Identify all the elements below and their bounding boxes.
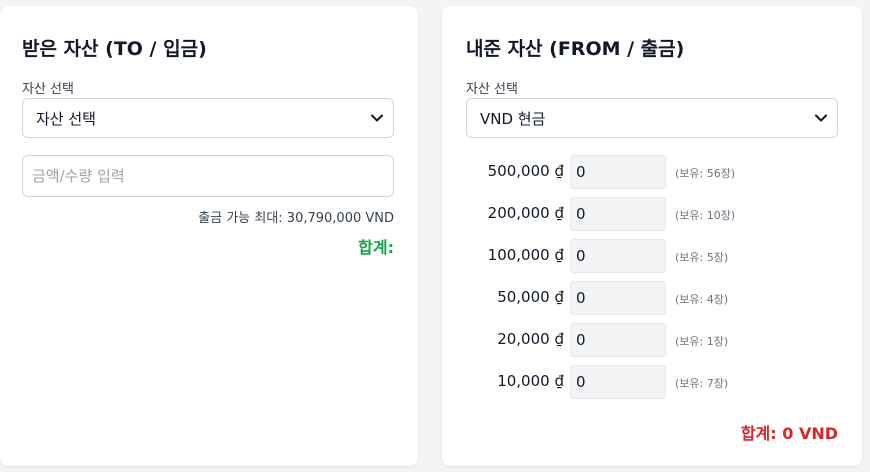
to-total-label: 합계: — [358, 238, 394, 257]
from-panel: 내준 자산 (FROM / 출금) 자산 선택 VND 현금 500,000 ₫… — [442, 6, 862, 466]
max-withdraw-note: 출금 가능 최대: 30,790,000 VND — [198, 211, 394, 226]
denomination-count-input[interactable] — [570, 365, 666, 399]
denomination-row: 100,000 ₫ (보유: 5장) — [442, 239, 862, 273]
denomination-row: 10,000 ₫ (보유: 7장) — [442, 365, 862, 399]
denomination-label: 500,000 ₫ — [487, 162, 564, 180]
from-total-label: 합계: 0 VND — [740, 424, 838, 443]
denomination-label: 10,000 ₫ — [497, 372, 564, 390]
denomination-holding: (보유: 7장) — [675, 377, 729, 390]
denomination-count-input[interactable] — [570, 155, 666, 189]
denomination-row: 20,000 ₫ (보유: 1장) — [442, 323, 862, 357]
denomination-row: 200,000 ₫ (보유: 10장) — [442, 197, 862, 231]
from-asset-label: 자산 선택 — [466, 82, 518, 97]
denomination-count-input[interactable] — [570, 239, 666, 273]
denomination-label: 20,000 ₫ — [497, 330, 564, 348]
denomination-holding: (보유: 4장) — [675, 293, 729, 306]
denomination-row: 500,000 ₫ (보유: 56장) — [442, 155, 862, 189]
to-amount-input[interactable] — [22, 155, 394, 197]
from-asset-select[interactable]: VND 현금 — [466, 98, 838, 138]
denomination-count-input[interactable] — [570, 197, 666, 231]
to-asset-label: 자산 선택 — [22, 82, 74, 97]
to-asset-select[interactable]: 자산 선택 — [22, 98, 394, 138]
from-asset-select-value: VND 현금 — [480, 109, 546, 128]
denomination-count-input[interactable] — [570, 281, 666, 315]
from-panel-title: 내준 자산 (FROM / 출금) — [466, 38, 685, 60]
denomination-label: 50,000 ₫ — [497, 288, 564, 306]
denomination-label: 200,000 ₫ — [487, 204, 564, 222]
denomination-count-input[interactable] — [570, 323, 666, 357]
denomination-holding: (보유: 1장) — [675, 335, 729, 348]
denomination-holding: (보유: 5장) — [675, 251, 729, 264]
to-asset-select-value: 자산 선택 — [36, 109, 96, 128]
denomination-holding: (보유: 10장) — [675, 209, 736, 222]
denomination-label: 100,000 ₫ — [487, 246, 564, 264]
to-panel-title: 받은 자산 (TO / 입금) — [22, 38, 207, 60]
to-panel: 받은 자산 (TO / 입금) 자산 선택 자산 선택 출금 가능 최대: 30… — [0, 6, 418, 466]
chevron-down-icon — [371, 114, 383, 122]
chevron-down-icon — [815, 114, 827, 122]
denomination-holding: (보유: 56장) — [675, 167, 736, 180]
denomination-row: 50,000 ₫ (보유: 4장) — [442, 281, 862, 315]
